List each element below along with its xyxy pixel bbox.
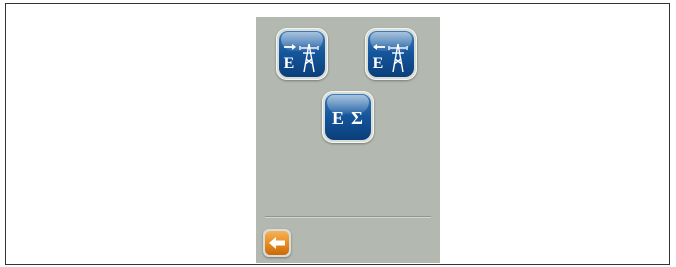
energy-letter: E <box>332 108 344 128</box>
arrow-left-icon <box>373 44 385 50</box>
left-arrow-icon <box>269 237 285 249</box>
energy-export-icon: E <box>284 43 319 73</box>
sigma-icon: E Σ <box>332 108 363 128</box>
energy-export-button[interactable]: E <box>276 28 328 80</box>
device-screen: E E E Σ <box>256 17 440 263</box>
divider <box>265 216 431 218</box>
energy-letter: E <box>373 55 384 72</box>
back-button[interactable] <box>263 229 291 257</box>
sigma-symbol: Σ <box>351 108 363 128</box>
energy-sum-button[interactable]: E Σ <box>322 91 374 143</box>
energy-import-button[interactable]: E <box>365 28 417 80</box>
energy-import-icon: E <box>373 43 408 73</box>
energy-letter: E <box>284 55 295 72</box>
power-pylon-icon <box>388 43 408 73</box>
figure-frame: E E E Σ <box>5 3 670 265</box>
arrow-right-icon <box>284 44 296 50</box>
power-pylon-icon <box>299 43 319 73</box>
